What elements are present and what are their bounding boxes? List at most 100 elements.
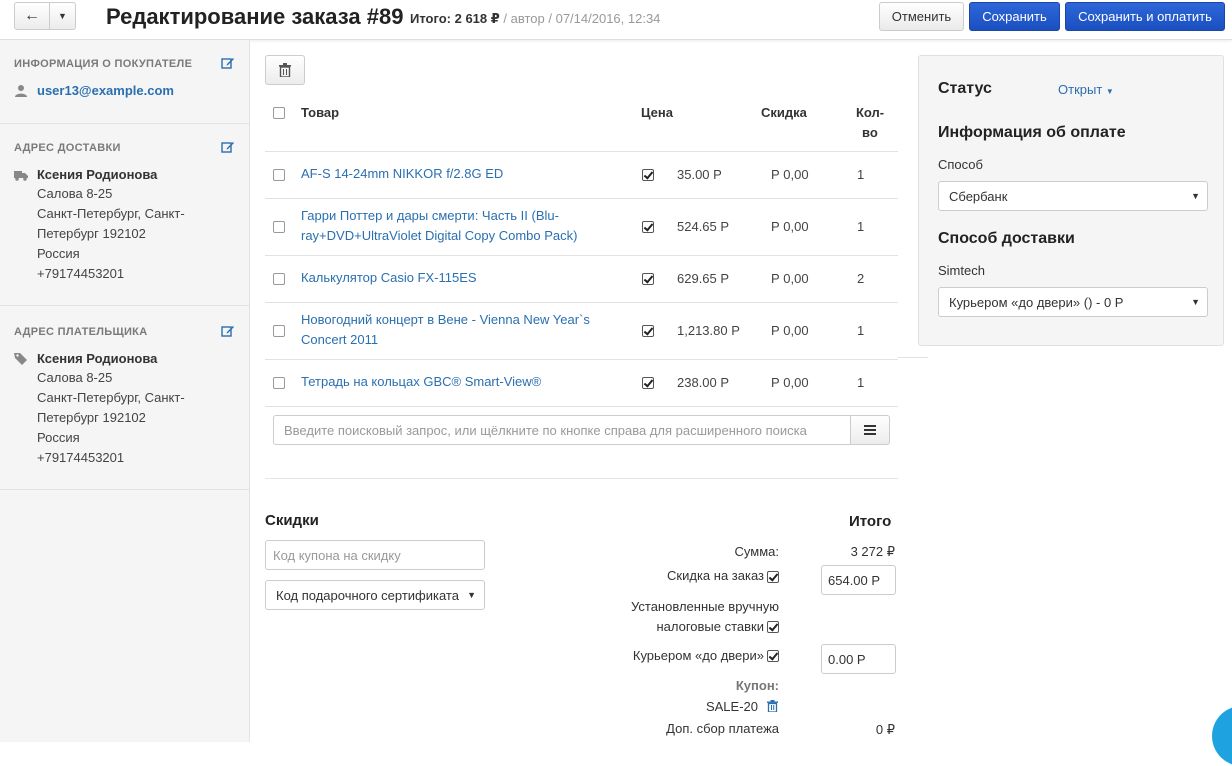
payment-fee-value: 0 ₽: [875, 722, 895, 737]
row-select-checkbox[interactable]: [273, 273, 285, 285]
billing-address-heading: Адрес плательщика: [14, 326, 148, 338]
manual-tax-checkbox[interactable]: [767, 621, 779, 633]
product-price: 524.65 Р: [677, 219, 730, 234]
cancel-button[interactable]: Отменить: [879, 2, 964, 31]
shipping-address-heading: Адрес доставки: [14, 142, 121, 154]
caret-down-icon: ▼: [467, 590, 476, 600]
payment-method-label: Способ: [938, 157, 983, 172]
product-qty[interactable]: 2: [857, 271, 864, 286]
row-select-checkbox[interactable]: [273, 325, 285, 337]
price-override-checkbox[interactable]: [642, 377, 654, 389]
help-widget-button[interactable]: [1212, 706, 1232, 766]
table-divider: [265, 151, 898, 152]
page-title: Редактирование заказа #89: [106, 4, 404, 29]
order-meta: Итого: 2 618 ₽ / автор / 07/14/2016, 12:…: [410, 11, 660, 27]
shipping-address-line: Салова 8-25: [37, 186, 113, 201]
select-all-checkbox[interactable]: [273, 107, 285, 119]
gift-certificate-select[interactable]: Код подарочного сертификата ▼: [265, 580, 485, 610]
subtotal-value: 3 272 ₽: [850, 544, 895, 559]
payment-method-value: Сбербанк: [949, 188, 1008, 204]
remove-coupon-icon[interactable]: [767, 700, 778, 712]
save-and-pay-button[interactable]: Сохранить и оплатить: [1065, 2, 1225, 31]
product-price: 629.65 Р: [677, 271, 730, 286]
product-link[interactable]: Калькулятор Casio FX-115ES: [301, 268, 621, 288]
product-discount: Р 0,00: [771, 219, 809, 234]
caret-down-icon: ▼: [1191, 297, 1200, 307]
product-link[interactable]: AF-S 14-24mm NIKKOR f/2.8G ED: [301, 164, 621, 184]
nav-dropdown-button[interactable]: ▼: [50, 2, 76, 30]
customer-email-link[interactable]: user13@example.com: [37, 83, 174, 98]
subtotal-label: Сумма:: [734, 544, 779, 559]
order-settings-panel: Статус Открыт ▼ Информация об оплате Спо…: [918, 55, 1224, 346]
status-title: Статус: [938, 80, 992, 97]
coupon-code-input[interactable]: [265, 540, 485, 570]
payment-method-select[interactable]: Сбербанк ▼: [938, 181, 1208, 211]
product-qty[interactable]: 1: [857, 375, 864, 390]
trash-icon: [279, 63, 291, 77]
save-button[interactable]: Сохранить: [969, 2, 1060, 31]
column-header-product: Товар: [301, 105, 340, 120]
order-discount-label: Скидка на заказ: [667, 568, 764, 583]
customer-info-heading: Информация о покупателе: [14, 58, 193, 70]
billing-address-line: Петербург 192102: [37, 410, 146, 425]
status-value: Открыт: [1058, 82, 1103, 97]
shipping-country: Россия: [37, 246, 80, 261]
product-discount: Р 0,00: [771, 271, 809, 286]
section-divider: [265, 478, 898, 479]
order-sidebar: Информация о покупателе user13@example.c…: [0, 40, 250, 742]
product-link[interactable]: Новогодний концерт в Вене - Vienna New Y…: [301, 310, 621, 350]
price-override-checkbox[interactable]: [642, 273, 654, 285]
truck-icon: [14, 171, 28, 181]
product-price: 238.00 Р: [677, 375, 730, 390]
price-override-checkbox[interactable]: [642, 325, 654, 337]
shipping-address-line: Санкт-Петербург, Санкт-: [37, 206, 185, 221]
edit-billing-icon[interactable]: [221, 324, 235, 338]
billing-country: Россия: [37, 430, 80, 445]
edit-shipping-icon[interactable]: [221, 140, 235, 154]
status-dropdown[interactable]: Открыт ▼: [1058, 82, 1114, 97]
order-author-date: / автор / 07/14/2016, 12:34: [499, 11, 661, 26]
arrow-left-icon: ←: [24, 7, 40, 24]
product-qty[interactable]: 1: [857, 219, 864, 234]
page-header: ← ▼ Редактирование заказа #89 Итого: 2 6…: [0, 0, 1232, 40]
shipping-method-select[interactable]: Курьером «до двери» () - 0 Р ▼: [938, 287, 1208, 317]
shipping-cost-input[interactable]: [821, 644, 896, 674]
product-link[interactable]: Тетрадь на кольцах GBC® Smart-View®: [301, 372, 621, 392]
product-search-input[interactable]: [273, 415, 851, 445]
order-discount-checkbox[interactable]: [767, 571, 779, 583]
shipping-address-section: Адрес доставки Ксения Родионова Салова 8…: [0, 124, 250, 306]
price-override-checkbox[interactable]: [642, 169, 654, 181]
back-button[interactable]: ←: [14, 2, 50, 30]
delete-selected-button[interactable]: [265, 55, 305, 85]
order-discount-input[interactable]: [821, 565, 896, 595]
billing-address-section: Адрес плательщика Ксения Родионова Салов…: [0, 306, 250, 490]
shipping-cost-checkbox[interactable]: [767, 650, 779, 662]
shipping-name: Ксения Родионова: [37, 167, 158, 182]
row-select-checkbox[interactable]: [273, 377, 285, 389]
column-header-discount: Скидка: [761, 105, 807, 120]
manual-tax-label-cont: налоговые ставки: [656, 619, 764, 634]
caret-down-icon: ▼: [1191, 191, 1200, 201]
advanced-search-button[interactable]: [850, 415, 890, 445]
table-divider: [265, 359, 898, 360]
payment-fee-label: Доп. сбор платежа: [666, 721, 779, 736]
row-select-checkbox[interactable]: [273, 221, 285, 233]
shipping-cost-label: Курьером «до двери»: [632, 648, 764, 663]
table-divider: [265, 302, 898, 303]
product-discount: Р 0,00: [771, 323, 809, 338]
shipping-method-title: Способ доставки: [938, 230, 1075, 247]
column-header-qty-cont: во: [862, 125, 878, 140]
shipping-method-value: Курьером «до двери» () - 0 Р: [949, 294, 1124, 310]
price-override-checkbox[interactable]: [642, 221, 654, 233]
product-qty[interactable]: 1: [857, 167, 864, 182]
nav-button-group: ← ▼: [14, 2, 76, 30]
totals-title: Итого: [849, 513, 892, 530]
panel-divider: [898, 357, 928, 358]
column-header-qty: Кол-: [856, 105, 885, 120]
product-qty[interactable]: 1: [857, 323, 864, 338]
product-price: 35.00 Р: [677, 167, 722, 182]
row-select-checkbox[interactable]: [273, 169, 285, 181]
product-link[interactable]: Гарри Поттер и дары смерти: Часть II (Bl…: [301, 206, 621, 246]
billing-address-line: Санкт-Петербург, Санкт-: [37, 390, 185, 405]
edit-customer-icon[interactable]: [221, 56, 235, 70]
